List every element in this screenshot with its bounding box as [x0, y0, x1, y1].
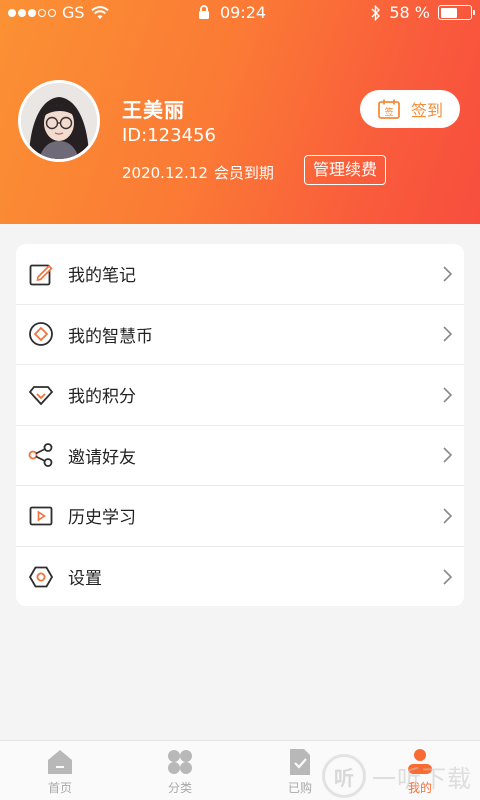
menu-item-notes[interactable]: 我的笔记	[16, 244, 464, 305]
note-edit-icon	[28, 261, 54, 287]
chevron-right-icon	[443, 326, 453, 342]
lock-icon	[199, 5, 209, 19]
check-in-button[interactable]: 签 签到	[360, 90, 460, 128]
tab-label: 分类	[167, 781, 192, 795]
purchased-icon	[285, 747, 315, 777]
menu-item-wisdom-coins[interactable]: 我的智慧币	[16, 305, 464, 365]
status-center: 09:24	[198, 3, 266, 22]
tab-category[interactable]: 分类	[120, 741, 240, 800]
bottom-tab-bar: 首页 分类 已购 我的	[0, 740, 480, 800]
tab-mine[interactable]: 我的	[360, 741, 480, 800]
menu-label: 我的笔记	[68, 266, 136, 287]
chevron-right-icon	[443, 387, 453, 403]
menu-label: 历史学习	[68, 508, 136, 529]
chevron-right-icon	[443, 508, 453, 524]
tab-purchased[interactable]: 已购	[240, 741, 360, 800]
home-icon	[45, 747, 75, 777]
status-left: GS	[8, 3, 109, 22]
battery-fill	[440, 7, 458, 18]
battery-percent: 58 %	[389, 3, 430, 22]
chevron-right-icon	[443, 569, 453, 585]
check-in-label: 签到	[410, 101, 443, 120]
expiry-label: 会员到期	[213, 164, 274, 182]
tab-label: 我的	[407, 781, 432, 795]
menu-item-history[interactable]: 历史学习	[16, 486, 464, 547]
menu-label: 我的积分	[68, 387, 136, 408]
menu-label: 邀请好友	[68, 447, 136, 468]
manage-renewal-button[interactable]: 管理续费	[304, 155, 387, 185]
avatar-portrait	[21, 83, 97, 159]
tab-label: 首页	[47, 781, 72, 795]
menu-list: 我的笔记 我的智慧币 我的积分 邀请好友 历史学习 设置	[16, 244, 464, 606]
tab-label: 已购	[287, 781, 312, 795]
menu-label: 我的智慧币	[68, 326, 153, 347]
share-icon	[28, 442, 54, 468]
avatar[interactable]	[18, 80, 100, 162]
chevron-right-icon	[443, 266, 453, 282]
status-bar: GS 09:24 58 %	[0, 0, 480, 26]
signal-strength-icon	[8, 8, 56, 17]
menu-item-points[interactable]: 我的积分	[16, 365, 464, 426]
battery-icon	[438, 5, 475, 20]
menu-item-invite-friends[interactable]: 邀请好友	[16, 426, 464, 486]
status-right: 58 %	[371, 3, 475, 22]
profile-header: GS 09:24 58 % 王美丽 ID:123456 2020.12.12 会…	[0, 0, 480, 224]
category-icon	[165, 747, 195, 777]
wifi-icon	[90, 5, 109, 19]
diamond-icon	[28, 382, 54, 408]
carrier-name: GS	[62, 3, 85, 22]
membership-expiry: 2020.12.12 会员到期	[122, 162, 274, 183]
user-name: 王美丽	[122, 98, 185, 122]
profile-icon	[405, 747, 435, 777]
menu-item-settings[interactable]: 设置	[16, 547, 464, 608]
calendar-sign-icon: 签	[378, 99, 400, 119]
calendar-sign-glyph: 签	[384, 106, 393, 118]
expiry-date: 2020.12.12	[122, 163, 208, 182]
clock: 09:24	[220, 3, 267, 22]
chevron-right-icon	[443, 447, 453, 463]
menu-label: 设置	[68, 569, 102, 590]
settings-hexagon-icon	[28, 564, 54, 590]
play-history-icon	[28, 503, 54, 529]
tab-home[interactable]: 首页	[0, 741, 120, 800]
bluetooth-icon	[371, 4, 381, 21]
user-id: ID:123456	[122, 125, 216, 146]
coin-icon	[28, 321, 54, 347]
